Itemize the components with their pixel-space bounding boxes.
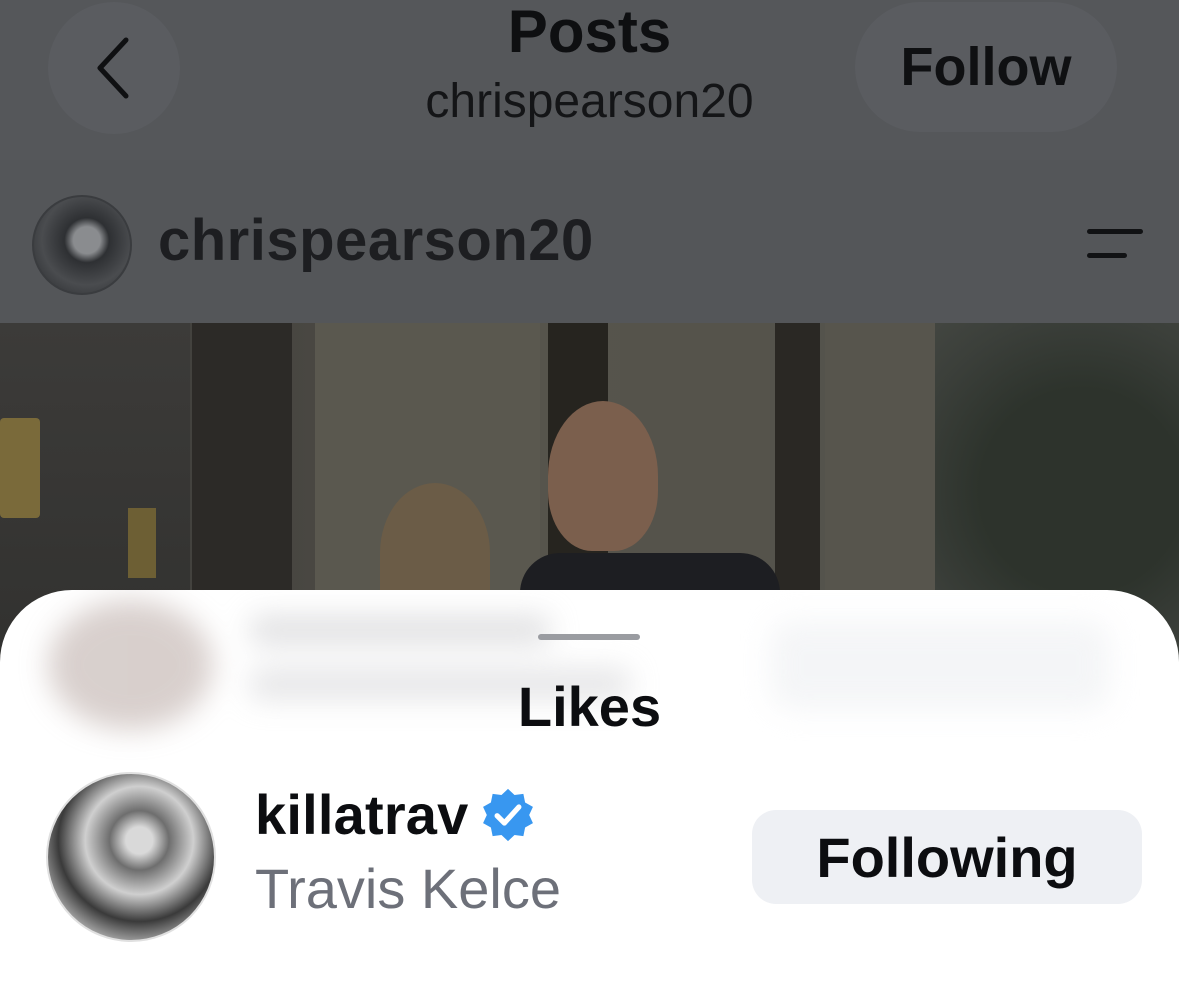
avatar[interactable] <box>46 772 216 942</box>
top-navigation-bar: Posts chrispearson20 Follow <box>0 0 1179 160</box>
list-item[interactable]: killatrav Travis Kelce Following <box>0 770 1179 950</box>
author-username[interactable]: chrispearson20 <box>158 207 594 274</box>
following-button[interactable]: Following <box>752 810 1142 904</box>
verified-badge-icon <box>482 788 533 841</box>
liker-username[interactable]: killatrav <box>255 782 469 847</box>
menu-icon[interactable] <box>1083 225 1143 261</box>
author-avatar[interactable] <box>32 195 132 295</box>
sheet-grabber-handle[interactable] <box>538 634 640 640</box>
post-author-row: chrispearson20 <box>0 195 1179 295</box>
sheet-title: Likes <box>517 675 662 738</box>
likes-sheet: Likes killatrav Travis Kelce Following <box>0 590 1179 990</box>
follow-button[interactable]: Follow <box>855 2 1117 132</box>
liker-full-name: Travis Kelce <box>255 857 562 920</box>
username-group: killatrav <box>255 782 537 847</box>
